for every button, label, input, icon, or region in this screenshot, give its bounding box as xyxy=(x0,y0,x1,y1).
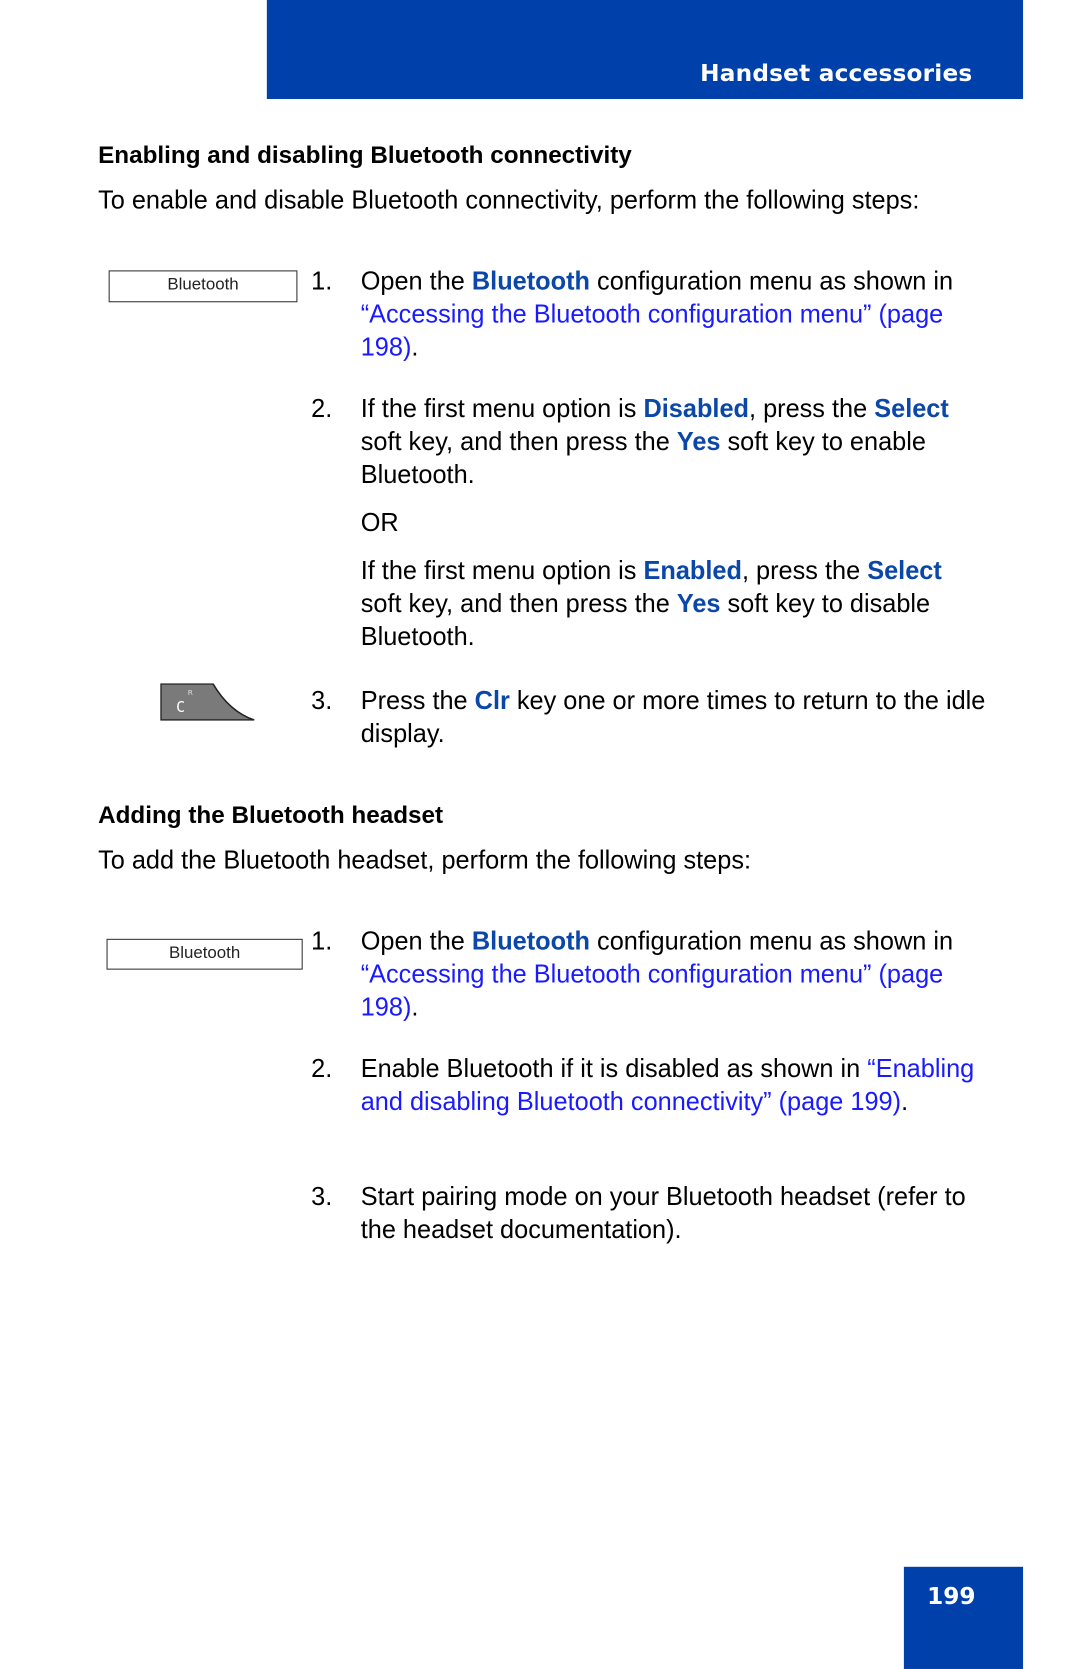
keyword-select: Select xyxy=(874,394,949,424)
keyword-bluetooth: Bluetooth xyxy=(471,267,591,296)
text: Open the xyxy=(360,927,472,956)
section-intro: To add the Bluetooth headset, perform th… xyxy=(98,846,752,875)
step-item: 2. Enable Bluetooth if it is disabled as… xyxy=(311,1053,986,1119)
text: Enable Bluetooth if it is disabled as sh… xyxy=(360,1054,868,1084)
step-item: 3. Start pairing mode on your Bluetooth … xyxy=(311,1180,986,1246)
keyword-select: Select xyxy=(867,556,942,586)
bluetooth-softkey-label: Bluetooth xyxy=(108,270,298,303)
keyword-disabled: Disabled xyxy=(643,394,750,424)
clr-key-glyph: C xyxy=(176,699,185,716)
text: If the first menu option is xyxy=(360,394,644,424)
clr-key-superscript: R xyxy=(188,688,193,697)
step-text: Enable Bluetooth if it is disabled as sh… xyxy=(361,1053,986,1119)
text: . xyxy=(411,993,419,1022)
clr-key-graphic: C R xyxy=(160,683,255,721)
text: , press the xyxy=(749,394,875,424)
step-number: 2. xyxy=(311,1054,333,1084)
alternate-step-text: If the first menu option is Enabled, pre… xyxy=(361,555,986,654)
step-text: Press the Clr key one or more times to r… xyxy=(361,684,986,750)
step-number: 2. xyxy=(311,394,333,424)
page-number: 199 xyxy=(927,1583,976,1611)
text: soft key, and then press the xyxy=(360,589,677,619)
step-number: 1. xyxy=(311,267,333,296)
text: soft key, and then press the xyxy=(360,427,677,457)
link-accessing-bluetooth-menu[interactable]: “Accessing the Bluetooth configuration m… xyxy=(361,300,944,362)
text: Start pairing mode on your Bluetooth hea… xyxy=(360,1182,966,1245)
step-text: Open the Bluetooth configuration menu as… xyxy=(361,925,986,1024)
keyword-yes: Yes xyxy=(676,427,721,457)
step-item: 1. Open the Bluetooth configuration menu… xyxy=(311,265,986,364)
keyword-bluetooth: Bluetooth xyxy=(471,927,591,956)
keyword-enabled: Enabled xyxy=(643,556,742,586)
step-number: 1. xyxy=(311,927,333,956)
step-text: Open the Bluetooth configuration menu as… xyxy=(361,265,986,364)
text: Press the xyxy=(360,686,475,716)
page-number-box: 199 xyxy=(903,1566,1024,1669)
step-text: If the first menu option is Disabled, pr… xyxy=(361,393,986,654)
text: configuration menu as shown in xyxy=(590,927,954,956)
section-header-bar: Handset accessories xyxy=(266,0,1024,99)
step-number: 3. xyxy=(311,1182,333,1212)
text: If the first menu option is xyxy=(360,556,644,586)
section-heading-enable-bluetooth: Enabling and disabling Bluetooth connect… xyxy=(98,140,632,169)
step-number: 3. xyxy=(311,686,333,716)
text: Open the xyxy=(360,267,472,296)
section-heading-adding-headset: Adding the Bluetooth headset xyxy=(98,800,444,829)
step-text: Start pairing mode on your Bluetooth hea… xyxy=(361,1180,986,1246)
text: . xyxy=(901,1087,909,1117)
text: configuration menu as shown in xyxy=(590,267,954,296)
keyword-clr: Clr xyxy=(474,686,510,716)
step-item: 1. Open the Bluetooth configuration menu… xyxy=(311,925,986,1024)
clr-key-icon: C R xyxy=(160,683,255,721)
or-separator: OR xyxy=(360,508,399,538)
manual-page: Handset accessories Enabling and disabli… xyxy=(0,0,1080,1669)
text: . xyxy=(411,333,419,362)
link-accessing-bluetooth-menu[interactable]: “Accessing the Bluetooth configuration m… xyxy=(361,960,944,1022)
keyword-yes: Yes xyxy=(676,589,721,619)
step-item: 3. Press the Clr key one or more times t… xyxy=(311,684,986,750)
section-title: Handset accessories xyxy=(700,60,973,88)
section-intro: To enable and disable Bluetooth connecti… xyxy=(98,186,920,216)
step-item: 2. If the first menu option is Disabled,… xyxy=(311,393,986,654)
bluetooth-softkey-label: Bluetooth xyxy=(106,938,303,970)
text: , press the xyxy=(741,556,868,586)
